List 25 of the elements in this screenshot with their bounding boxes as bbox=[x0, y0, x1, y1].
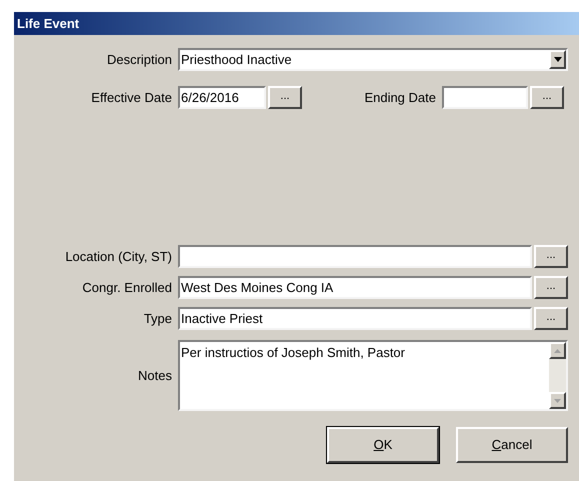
field-label: Location (City, ST) bbox=[65, 248, 172, 266]
field-label: Description bbox=[106, 50, 172, 69]
date-field[interactable] bbox=[442, 86, 528, 109]
scrollbar[interactable] bbox=[549, 342, 566, 409]
field-label: Effective Date bbox=[91, 88, 172, 107]
browse-button[interactable]: ... bbox=[534, 307, 568, 330]
date-field[interactable]: 6/26/2016 bbox=[178, 86, 266, 109]
text-field[interactable]: West Des Moines Cong IA bbox=[178, 276, 532, 299]
browse-button[interactable]: ... bbox=[268, 86, 302, 109]
field-label: Notes bbox=[138, 366, 172, 385]
browse-button[interactable]: ... bbox=[534, 245, 568, 268]
browse-button[interactable]: ... bbox=[534, 276, 568, 299]
field-label: Congr. Enrolled bbox=[82, 278, 172, 297]
field-label: Type bbox=[144, 310, 172, 328]
text-field[interactable]: Inactive Priest bbox=[178, 307, 532, 330]
description-dropdown[interactable]: Priesthood Inactive bbox=[178, 48, 568, 71]
field-label: Ending Date bbox=[364, 88, 436, 107]
browse-button[interactable]: ... bbox=[530, 86, 564, 109]
notes-field[interactable]: Per instructios of Joseph Smith, Pastor bbox=[178, 340, 568, 411]
window-title: Life Event bbox=[17, 14, 80, 33]
dialog-button[interactable]: Cancel bbox=[456, 427, 568, 463]
scroll-up-icon[interactable] bbox=[549, 342, 566, 359]
scroll-down-icon[interactable] bbox=[549, 392, 566, 409]
dialog-button[interactable]: OK bbox=[327, 427, 439, 463]
text-field[interactable] bbox=[178, 245, 532, 268]
